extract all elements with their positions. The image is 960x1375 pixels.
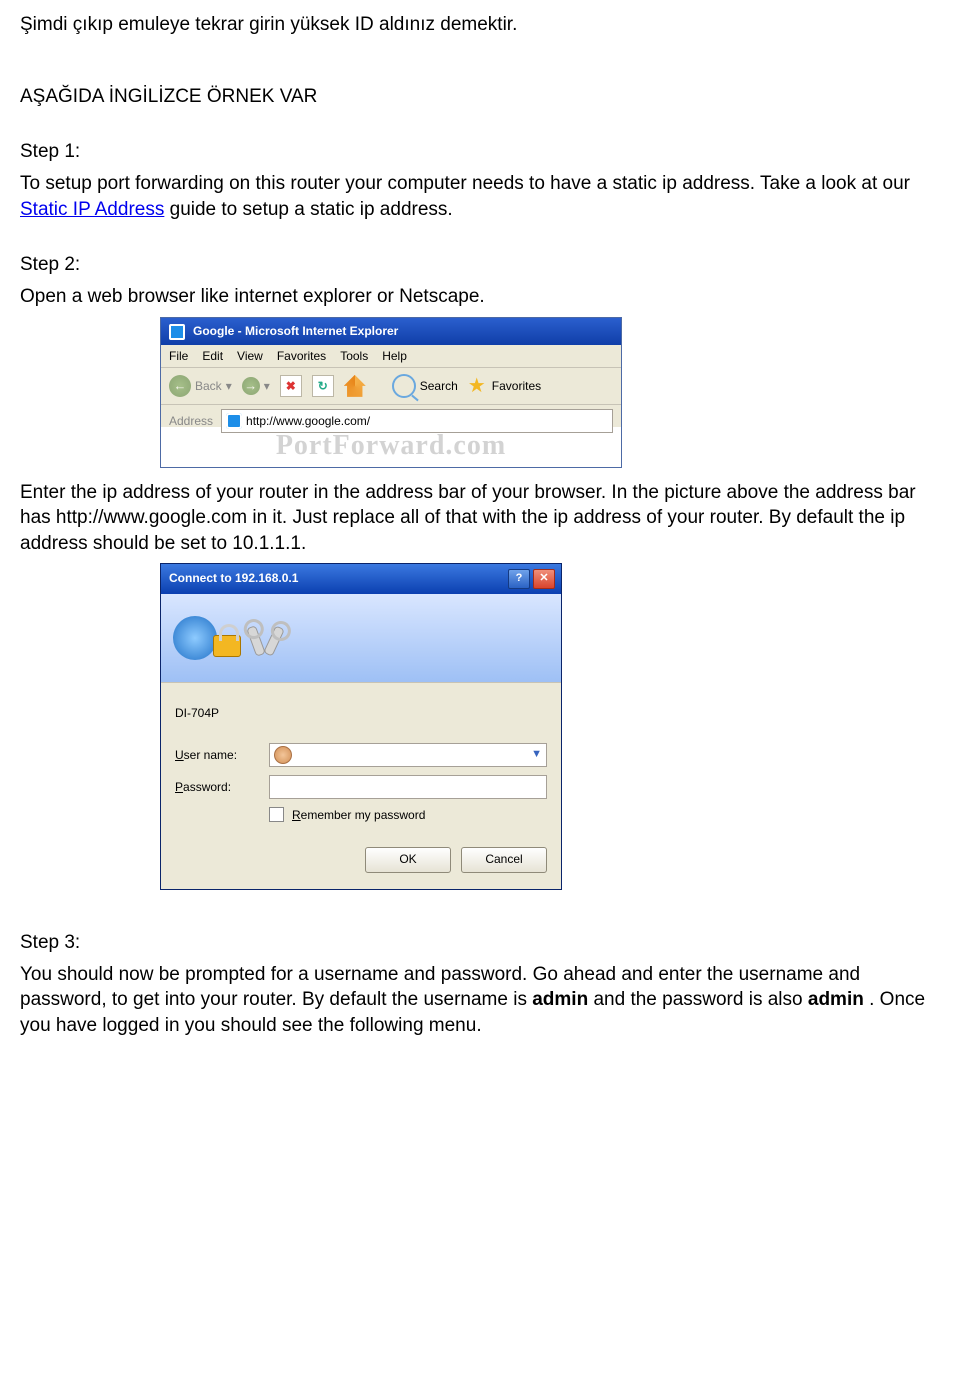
menu-file[interactable]: File [169, 348, 188, 364]
step1-pre: To setup port forwarding on this router … [20, 173, 910, 194]
person-icon [274, 746, 292, 764]
step2-title: Step 2: [20, 252, 940, 278]
back-dropdown-icon: ▾ [226, 378, 232, 394]
dialog-banner [161, 594, 561, 683]
favorites-button[interactable]: ★ Favorites [468, 376, 541, 396]
ie-titlebar: Google - Microsoft Internet Explorer [161, 318, 621, 344]
address-label: Address [169, 413, 213, 429]
step3-title: Step 3: [20, 930, 940, 956]
refresh-icon[interactable]: ↻ [312, 375, 334, 397]
favorites-label: Favorites [492, 378, 541, 394]
step1-post: guide to setup a static ip address. [164, 199, 452, 220]
admin-word-1: admin [532, 989, 588, 1010]
intro-line: Şimdi çıkıp emuleye tekrar girin yüksek … [20, 12, 940, 38]
password-label: Password: [175, 779, 261, 795]
lock-icon [213, 635, 241, 657]
username-label: User name: [175, 747, 261, 763]
forward-arrow-icon: → [242, 377, 260, 395]
step3-text: You should now be prompted for a usernam… [20, 962, 940, 1039]
ok-button[interactable]: OK [365, 847, 451, 873]
menu-view[interactable]: View [237, 348, 263, 364]
home-icon[interactable] [344, 375, 366, 397]
stop-icon[interactable]: ✖ [280, 375, 302, 397]
login-dialog: Connect to 192.168.0.1 ? ✕ DI-704P User … [160, 563, 562, 890]
dialog-title-text: Connect to 192.168.0.1 [169, 570, 298, 586]
admin-word-2: admin [808, 989, 864, 1010]
step2-text: Open a web browser like internet explore… [20, 284, 940, 310]
menu-help[interactable]: Help [382, 348, 407, 364]
remember-checkbox[interactable] [269, 807, 284, 822]
step1-text: To setup port forwarding on this router … [20, 171, 940, 222]
dialog-buttons: OK Cancel [161, 847, 561, 889]
menu-tools[interactable]: Tools [340, 348, 368, 364]
remember-label: Remember my password [292, 807, 425, 823]
section-heading: AŞAĞIDA İNGİLİZCE ÖRNEK VAR [20, 84, 940, 110]
back-label: Back [195, 378, 222, 394]
fwd-dropdown-icon: ▾ [264, 378, 270, 394]
username-input[interactable]: ▼ [269, 743, 547, 767]
globe-icon [173, 616, 217, 660]
ie-screenshot: Google - Microsoft Internet Explorer Fil… [160, 317, 622, 467]
ie-title-text: Google - Microsoft Internet Explorer [193, 323, 398, 339]
menu-favorites[interactable]: Favorites [277, 348, 326, 364]
star-icon: ★ [468, 376, 488, 396]
paragraph-enter-ip: Enter the ip address of your router in t… [20, 480, 940, 557]
back-arrow-icon: ← [169, 375, 191, 397]
search-label: Search [420, 378, 458, 394]
device-label: DI-704P [175, 705, 219, 721]
keys-icon [247, 626, 297, 656]
back-button[interactable]: ← Back ▾ [169, 375, 232, 397]
ie-toolbar: ← Back ▾ → ▾ ✖ ↻ Search ★ Favorites [161, 368, 621, 405]
search-button[interactable]: Search [392, 374, 458, 398]
username-dropdown-icon[interactable]: ▼ [531, 747, 542, 762]
menu-edit[interactable]: Edit [202, 348, 223, 364]
forward-button[interactable]: → ▾ [242, 377, 270, 395]
password-input[interactable] [269, 775, 547, 799]
username-row: User name: ▼ [175, 743, 547, 767]
ie-menubar: File Edit View Favorites Tools Help [161, 345, 621, 368]
page-icon [226, 413, 242, 429]
step1-title: Step 1: [20, 139, 940, 165]
search-icon [392, 374, 416, 398]
cancel-button[interactable]: Cancel [461, 847, 547, 873]
password-row: Password: [175, 775, 547, 799]
dialog-body: DI-704P User name: ▼ Password: Remember … [161, 683, 561, 847]
ie-app-icon [169, 324, 185, 340]
close-button[interactable]: ✕ [533, 569, 555, 589]
dialog-titlebar: Connect to 192.168.0.1 ? ✕ [161, 564, 561, 594]
help-button[interactable]: ? [508, 569, 530, 589]
static-ip-link[interactable]: Static IP Address [20, 199, 164, 220]
step3-mid: and the password is also [588, 989, 808, 1010]
remember-row: Remember my password [175, 807, 547, 823]
